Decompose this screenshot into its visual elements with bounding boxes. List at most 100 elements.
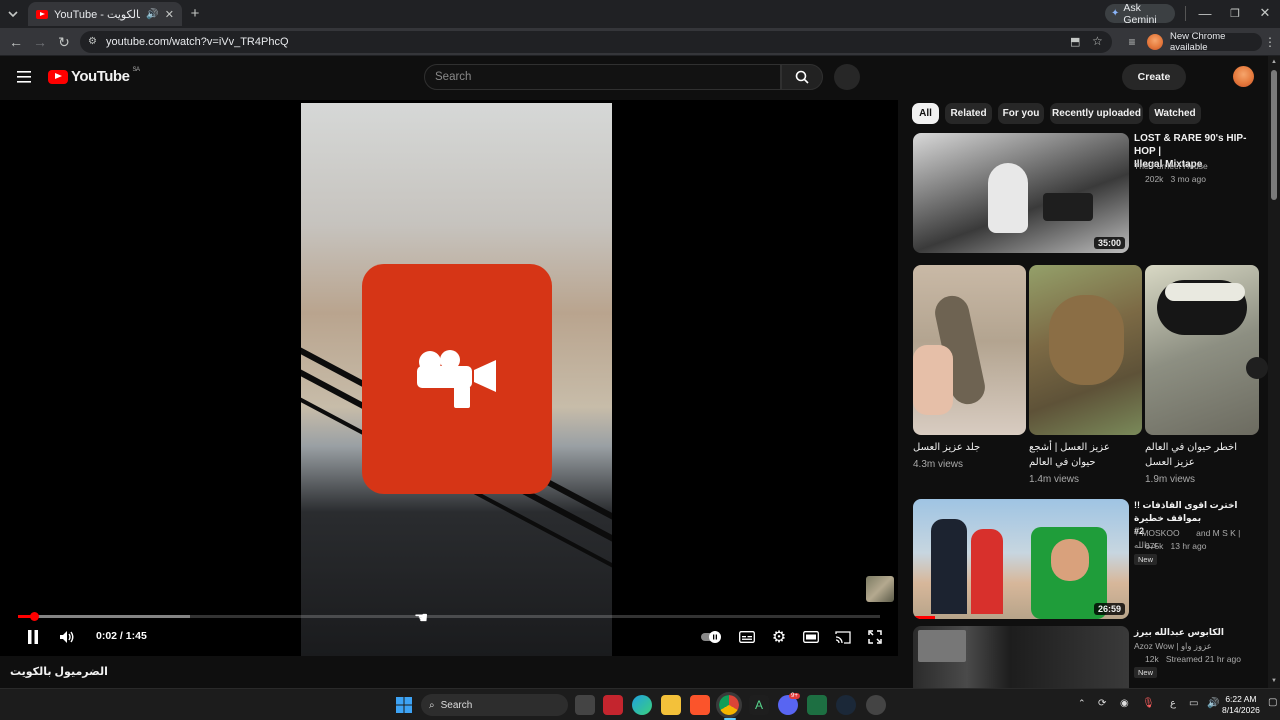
short-title[interactable]: جلد عزيز العسل bbox=[913, 440, 1025, 455]
chip-recently-uploaded[interactable]: Recently uploaded bbox=[1050, 103, 1143, 124]
short-thumbnail[interactable] bbox=[913, 265, 1026, 435]
progress-scrubber-handle[interactable] bbox=[29, 612, 39, 621]
app-icon[interactable] bbox=[866, 695, 886, 715]
forward-icon[interactable]: → bbox=[32, 34, 48, 50]
scrollbar-thumb[interactable] bbox=[1271, 70, 1277, 200]
file-explorer-icon[interactable] bbox=[661, 695, 681, 715]
volume-icon bbox=[60, 631, 74, 643]
media-controls-icon[interactable]: ≡ bbox=[1124, 34, 1140, 50]
chip-all[interactable]: All bbox=[912, 103, 939, 124]
video-title-link[interactable]: الكابوس عبدالله بيرز bbox=[1134, 626, 1259, 639]
show-hidden-icons-chevron-icon[interactable]: ⌃ bbox=[1078, 698, 1086, 709]
guide-menu-icon[interactable] bbox=[17, 70, 31, 83]
restore-window-icon[interactable]: ❐ bbox=[1228, 6, 1242, 20]
ask-gemini-button[interactable]: ✦ Ask Gemini bbox=[1105, 2, 1175, 26]
taskbar-clock[interactable]: 6:22 AM 8/14/2026 bbox=[1222, 694, 1260, 716]
close-window-icon[interactable]: ✕ bbox=[1258, 5, 1272, 20]
short-title[interactable]: عزيز العسل | أشجع حيوان في العالم bbox=[1029, 440, 1141, 470]
country-code: SA bbox=[132, 66, 140, 73]
theater-mode-button[interactable] bbox=[798, 626, 824, 648]
channel-name-part: + MOSKOO bbox=[1134, 528, 1180, 538]
profile-avatar[interactable] bbox=[1147, 34, 1163, 50]
settings-gear-icon: ⚙ bbox=[771, 629, 787, 646]
volume-tray-icon[interactable]: 🔊 bbox=[1207, 698, 1219, 709]
edge-browser-icon[interactable] bbox=[632, 695, 652, 715]
settings-button[interactable]: ⚙ bbox=[766, 626, 792, 648]
new-tab-icon[interactable]: + bbox=[188, 5, 202, 22]
reload-icon[interactable]: ↻ bbox=[56, 34, 72, 50]
voice-search-button[interactable] bbox=[834, 64, 860, 90]
fullscreen-button[interactable] bbox=[862, 626, 888, 648]
video-title-line: LOST & RARE 90's HIP-HOP | bbox=[1134, 133, 1247, 157]
channel-name[interactable]: Azoz Wow | عزوز واو bbox=[1134, 640, 1212, 652]
app-icon[interactable]: A bbox=[749, 695, 769, 715]
chrome-browser-icon[interactable] bbox=[716, 692, 742, 718]
tab-audio-icon[interactable]: 🔊 bbox=[146, 9, 158, 20]
tab-close-icon[interactable]: ✕ bbox=[165, 8, 174, 21]
short-views: 1.4m views bbox=[1029, 474, 1080, 485]
youtube-logo-text: YouTube bbox=[71, 68, 130, 85]
scroll-up-arrow-icon[interactable]: ▲ bbox=[1271, 59, 1277, 65]
search-input[interactable]: Search bbox=[424, 64, 781, 90]
steam-icon[interactable] bbox=[836, 695, 856, 715]
network-icon[interactable]: ▭ bbox=[1189, 698, 1198, 709]
new-chrome-available-button[interactable]: New Chrome available bbox=[1170, 31, 1262, 53]
browser-toolbar: ← → ↻ ⚙ youtube.com/watch?v=iVv_TR4PhcQ … bbox=[0, 28, 1280, 56]
tab-search-chevron-icon[interactable] bbox=[6, 7, 20, 21]
address-bar[interactable]: ⚙ youtube.com/watch?v=iVv_TR4PhcQ ⬒ ☆ bbox=[80, 31, 1112, 53]
scroll-down-arrow-icon[interactable]: ▼ bbox=[1271, 678, 1277, 684]
video-camera-overlay bbox=[362, 264, 552, 494]
thumbnail-inset-shape bbox=[918, 630, 966, 662]
create-button[interactable]: Create bbox=[1122, 64, 1186, 90]
discord-notification-badge: 9+ bbox=[789, 693, 800, 699]
back-icon[interactable]: ← bbox=[8, 34, 24, 50]
autoplay-toggle[interactable] bbox=[698, 626, 724, 648]
video-player[interactable]: 0:02 / 1:45 ⚙ ☚ bbox=[0, 100, 898, 656]
mute-button[interactable] bbox=[54, 626, 80, 648]
search-placeholder: Search bbox=[435, 71, 472, 83]
language-indicator-icon[interactable]: ع bbox=[1170, 698, 1176, 709]
short-thumbnail[interactable] bbox=[1145, 265, 1259, 435]
video-thumbnail[interactable]: 26:59 bbox=[913, 499, 1129, 619]
cast-button[interactable] bbox=[830, 626, 856, 648]
progress-bar[interactable] bbox=[18, 615, 880, 618]
account-avatar[interactable] bbox=[1233, 66, 1254, 87]
minimize-window-icon[interactable]: — bbox=[1198, 6, 1212, 21]
short-title[interactable]: اخطر حيوان في العالم عزيز العسل bbox=[1145, 440, 1259, 470]
pause-icon bbox=[28, 630, 38, 644]
video-thumbnail[interactable] bbox=[913, 626, 1129, 688]
site-settings-icon[interactable]: ⚙ bbox=[88, 36, 97, 47]
windows-start-icon[interactable] bbox=[396, 697, 412, 713]
time-current: 0:02 bbox=[96, 630, 118, 642]
pause-button[interactable] bbox=[20, 626, 46, 648]
page-scrollbar[interactable]: ▲ ▼ bbox=[1268, 56, 1280, 690]
brave-browser-icon[interactable] bbox=[690, 695, 710, 715]
short-thumbnail[interactable] bbox=[1029, 265, 1142, 435]
chip-for-you[interactable]: For you bbox=[998, 103, 1044, 124]
tray-app-icon[interactable]: ◉ bbox=[1120, 698, 1129, 709]
view-count: 675k bbox=[1145, 541, 1164, 551]
channel-name[interactable]: The Purrfect House bbox=[1134, 160, 1208, 172]
excel-icon[interactable] bbox=[807, 695, 827, 715]
microphone-icon[interactable]: 🎙 bbox=[1142, 698, 1155, 709]
video-frame[interactable] bbox=[301, 103, 612, 656]
shorts-next-arrow[interactable] bbox=[1246, 357, 1268, 379]
taskbar-search[interactable]: ⌕ Search bbox=[421, 694, 568, 716]
chip-related[interactable]: Related bbox=[945, 103, 992, 124]
notifications-icon[interactable]: ▢ bbox=[1268, 697, 1277, 708]
bookmark-star-icon[interactable]: ☆ bbox=[1092, 34, 1103, 48]
thumbnail-hand-shape bbox=[913, 345, 953, 415]
youtube-logo[interactable]: YouTube SA bbox=[48, 66, 140, 85]
video-thumbnail[interactable]: 35:00 bbox=[913, 133, 1129, 253]
video-stats: 202k 3 mo ago bbox=[1145, 173, 1206, 185]
browser-tab-active[interactable]: YouTube - الضرميول بالكويت 🔊 ✕ bbox=[28, 2, 182, 26]
search-button[interactable] bbox=[781, 64, 823, 90]
app-icon[interactable] bbox=[603, 695, 623, 715]
tray-sync-icon[interactable]: ⟳ bbox=[1098, 698, 1106, 709]
task-view-icon[interactable] bbox=[575, 695, 595, 715]
install-app-icon[interactable]: ⬒ bbox=[1070, 35, 1080, 48]
subtitles-button[interactable] bbox=[734, 626, 760, 648]
new-chrome-label: New Chrome available bbox=[1170, 31, 1226, 53]
chip-watched[interactable]: Watched bbox=[1149, 103, 1201, 124]
chrome-menu-icon[interactable]: ⋮ bbox=[1264, 34, 1276, 50]
